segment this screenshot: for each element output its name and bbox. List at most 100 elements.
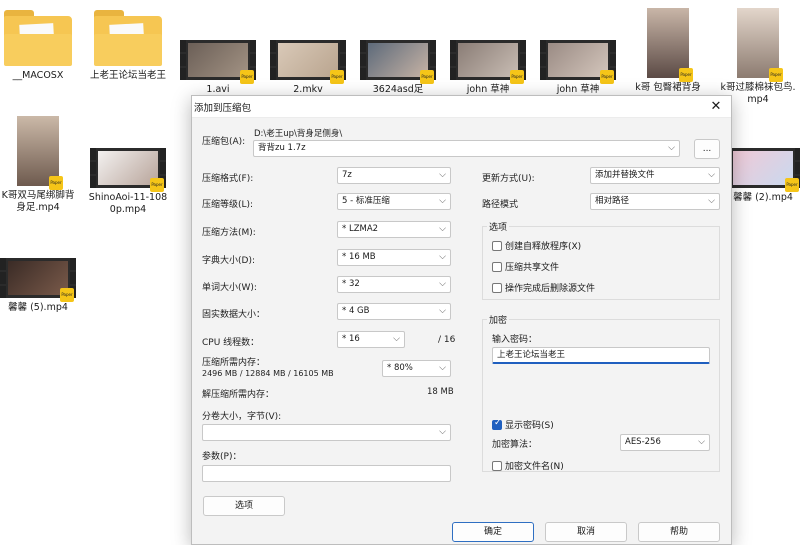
decomp-label: 解压缩所需内存： [202,390,275,400]
desktop-item-k-1[interactable]: Paper k哥 包臀裙背身 [627,8,709,94]
path-mode-label: 路径模式 [482,200,519,210]
browse-button[interactable]: ... [694,139,720,159]
chevron-down-icon: ⌵ [439,279,446,289]
chevron-down-icon: ⌵ [708,196,715,206]
help-button[interactable]: 帮助 [638,522,720,542]
folder-icon [94,10,162,66]
path-mode-select[interactable]: 相对路径 ⌵ [590,193,720,210]
paper-badge-icon: Paper [330,70,344,84]
encrypt-names-checkbox[interactable]: 加密文件名(N) [492,459,564,472]
dialog-titlebar: 添加到压缩包 ✕ [192,96,731,118]
paper-badge-icon: Paper [150,178,164,192]
level-value: 5 - 标准压缩 [342,196,390,206]
paper-badge-icon: Paper [240,70,254,84]
solid-label: 固实数据大小： [202,310,266,320]
chevron-down-icon: ⌵ [439,306,446,316]
cancel-button[interactable]: 取消 [545,522,627,542]
show-password-label: 显示密码(S) [505,421,554,431]
checkbox-icon [492,261,502,272]
desktop-item-2-mkv[interactable]: Paper 2.mkv [267,32,349,96]
cpu-value: * 16 [342,334,360,344]
desktop-item-macosx[interactable]: __MACOSX [0,10,79,82]
chevron-down-icon: ⌵ [698,437,705,447]
chevron-down-icon: ⌵ [439,224,446,234]
enc-method-select[interactable]: AES-256 ⌵ [620,434,710,451]
params-label: 参数(P)： [202,452,242,462]
desktop-item-xinxin-5[interactable]: Paper 馨馨 (5).mp4 [0,250,79,314]
close-icon[interactable]: ✕ [701,99,731,114]
add-to-archive-dialog: 添加到压缩包 ✕ 压缩包(A): D:\老王up\背身足侧身\ 背背zu 1.7… [191,95,732,545]
archive-name-combo[interactable]: 背背zu 1.7z ⌵ [253,140,680,157]
word-value: * 32 [342,279,360,289]
dict-value: * 16 MB [342,252,376,262]
word-select[interactable]: * 32 ⌵ [337,276,451,293]
desktop-item-k-2[interactable]: Paper k哥过膝棉袜包鸟.mp4 [717,8,799,106]
mem-label: 压缩所需内存： [202,358,266,368]
encryption-group-title: 加密 [487,313,510,326]
desktop-item-label: 馨馨 (5).mp4 [8,302,68,313]
password-label: 输入密码： [492,335,538,345]
chevron-down-icon: ⌵ [439,170,446,180]
video-thumbnail: Paper [0,258,76,302]
desktop-item-label: 上老王论坛当老王 [89,70,166,81]
desktop-item-xinxin-2[interactable]: Paper 馨馨 (2).mp4 [722,140,800,204]
split-select[interactable]: ⌵ [202,424,451,441]
checkbox-icon [492,282,502,293]
paper-badge-icon: Paper [785,178,799,192]
format-select[interactable]: 7z ⌵ [337,167,451,184]
update-value: 添加并替换文件 [595,170,655,180]
desktop-item-1-avi[interactable]: Paper 1.avi [177,32,259,96]
desktop-item-label: __MACOSX [12,70,64,81]
chevron-down-icon: ⌵ [439,363,446,373]
paper-badge-icon: Paper [679,68,693,82]
delete-checkbox[interactable]: 操作完成后删除源文件 [492,281,595,294]
options-group-title: 选项 [487,220,510,233]
checkbox-checked-icon [492,418,502,430]
desktop-item-3624asd[interactable]: Paper 3624asd足 [357,32,439,96]
video-thumbnail: Paper [647,8,693,82]
ok-button[interactable]: 确定 [452,522,534,542]
level-select[interactable]: 5 - 标准压缩 ⌵ [337,193,451,210]
params-input[interactable] [202,465,451,482]
password-input[interactable]: 上老王论坛当老王 [492,347,710,364]
desktop-item-john-1[interactable]: Paper john 草神 [447,32,529,96]
dialog-title: 添加到压缩包 [194,102,252,114]
solid-select[interactable]: * 4 GB ⌵ [337,303,451,320]
sfx-checkbox[interactable]: 创建自释放程序(X) [492,239,581,252]
folder-icon [4,10,72,66]
desktop-item-k-3[interactable]: Paper K哥双马尾绑脚背身足.mp4 [0,116,79,214]
desktop-item-shinoaoi[interactable]: Paper ShinoAoi-11-1080p.mp4 [87,140,169,216]
chevron-down-icon: ⌵ [393,334,400,344]
paper-badge-icon: Paper [420,70,434,84]
show-password-checkbox[interactable]: 显示密码(S) [492,418,554,431]
shared-checkbox[interactable]: 压缩共享文件 [492,260,559,273]
decomp-value: 18 MB [427,387,454,397]
method-select[interactable]: * LZMA2 ⌵ [337,221,451,238]
update-select[interactable]: 添加并替换文件 ⌵ [590,167,720,184]
video-thumbnail: Paper [737,8,783,82]
cpu-select[interactable]: * 16 ⌵ [337,331,405,348]
shared-label: 压缩共享文件 [505,263,560,273]
split-label: 分卷大小，字节(V): [202,412,282,422]
cpu-total: / 16 [438,335,456,345]
chevron-down-icon: ⌵ [668,143,675,153]
mem-pct-select[interactable]: * 80% ⌵ [382,360,451,377]
video-thumbnail: Paper [360,40,436,84]
desktop-item-label: k哥 包臀裙背身 [635,82,701,93]
video-thumbnail: Paper [270,40,346,84]
desktop-item-john-2[interactable]: Paper john 草神 [537,32,619,96]
update-label: 更新方式(U): [482,174,535,184]
options-button[interactable]: 选项 [203,496,285,516]
video-thumbnail: Paper [180,40,256,84]
video-thumbnail: Paper [450,40,526,84]
desktop-item-folder-2[interactable]: 上老王论坛当老王 [87,10,169,82]
dict-select[interactable]: * 16 MB ⌵ [337,249,451,266]
enc-method-value: AES-256 [625,437,661,447]
mem-pct-value: * 80% [387,363,413,373]
paper-badge-icon: Paper [49,176,63,190]
solid-value: * 4 GB [342,306,370,316]
sfx-label: 创建自释放程序(X) [505,242,582,252]
paper-badge-icon: Paper [60,288,74,302]
checkbox-icon [492,460,502,471]
archive-path: D:\老王up\背身足侧身\ [254,129,343,139]
